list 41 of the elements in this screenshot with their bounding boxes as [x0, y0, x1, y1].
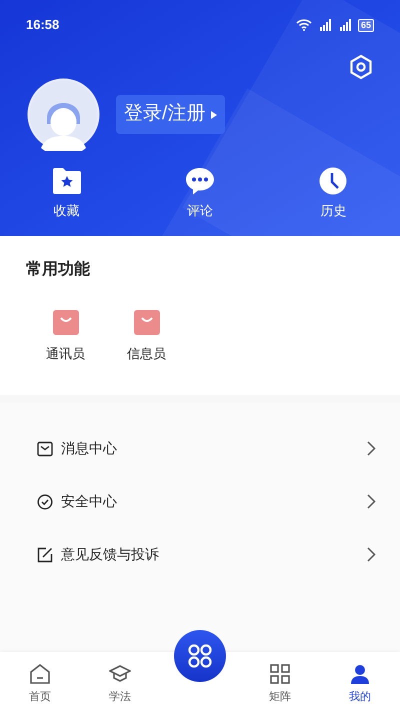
clock-icon[interactable]: [318, 167, 348, 195]
edit-icon: [37, 546, 53, 562]
envelope-icon: [37, 440, 53, 456]
menu-label: 安全中心: [61, 492, 118, 511]
chevron-right-icon: [367, 547, 376, 562]
chevron-right-icon: [367, 494, 376, 509]
menu-label: 消息中心: [61, 439, 118, 458]
nav-label: 学法: [109, 690, 131, 704]
shortcut-label[interactable]: 评论: [186, 201, 213, 220]
nav-tab[interactable]: 首页: [0, 662, 80, 705]
nav-label: 首页: [29, 690, 51, 704]
avatar[interactable]: [27, 78, 100, 151]
status-time: 16:58: [26, 16, 60, 34]
menu-row[interactable]: 消息中心: [26, 422, 374, 475]
nav-tab[interactable]: 我的: [320, 662, 400, 705]
menu-row[interactable]: 安全中心: [26, 475, 374, 528]
function-label[interactable]: 信息员: [127, 344, 166, 364]
chevron-right-icon: [367, 441, 376, 456]
function-label[interactable]: 通讯员: [46, 344, 85, 364]
section-title: 常用功能: [26, 260, 91, 280]
shortcut-label[interactable]: 历史: [320, 201, 346, 220]
chat-bubble-icon[interactable]: [184, 167, 215, 195]
nav-tab[interactable]: 学法: [80, 662, 160, 705]
menu-label: 意见反馈与投诉: [61, 545, 160, 564]
four-circles-icon: [187, 643, 213, 669]
wifi-icon: [296, 19, 312, 31]
login-button[interactable]: 登录/注册: [116, 95, 226, 134]
person-icon: [349, 662, 371, 684]
nav-tab[interactable]: 矩阵: [240, 662, 320, 705]
check-circle-icon: [37, 494, 53, 510]
battery-level: 65: [358, 18, 374, 32]
grid-icon: [269, 662, 291, 684]
nav-label: 矩阵: [269, 690, 291, 704]
graduation-cap-icon: [109, 662, 131, 684]
nav-label: 我的: [349, 690, 371, 704]
shortcut-label[interactable]: 收藏: [54, 201, 80, 220]
menu-row[interactable]: 意见反馈与投诉: [26, 528, 374, 581]
star-folder-icon[interactable]: [52, 167, 82, 195]
settings-icon[interactable]: [348, 54, 374, 80]
apps-button[interactable]: [174, 630, 226, 682]
home-icon: [29, 662, 51, 684]
